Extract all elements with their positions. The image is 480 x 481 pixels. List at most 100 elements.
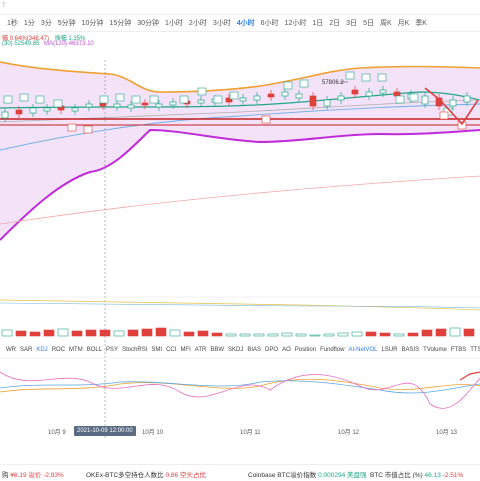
sell-signal-marker: [67, 123, 77, 132]
interval-12[interactable]: 12小时: [282, 18, 310, 28]
interval-10[interactable]: 4小时: [234, 18, 258, 28]
volume-bar: [113, 330, 125, 337]
volume-bar: [295, 333, 307, 337]
price-chart[interactable]: 57806.2: [0, 40, 480, 440]
indicator-tvolume[interactable]: TVolume: [421, 347, 449, 353]
indicator-smi[interactable]: SMI: [149, 347, 164, 353]
interval-1[interactable]: 1分: [21, 18, 38, 28]
cursor-date: 2021-10-09 12:00:00: [74, 426, 136, 436]
volume-bars: [1, 327, 475, 337]
buy-signal-marker: [361, 73, 371, 82]
indicator-kdj[interactable]: KDJ: [34, 347, 49, 353]
interval-14[interactable]: 2日: [326, 18, 343, 28]
indicator-ttsi[interactable]: TTSI: [468, 347, 480, 353]
bottom-item-1[interactable]: 购 ¥6.19 溢价 -2.93%: [2, 469, 64, 479]
volume-bar: [29, 331, 41, 337]
indicator-ao[interactable]: AO: [280, 347, 293, 353]
indicator-psy[interactable]: PSY: [104, 347, 120, 353]
volume-bar: [99, 329, 111, 337]
indicator-boll[interactable]: BOLL: [85, 347, 104, 353]
interval-3[interactable]: 5分钟: [55, 18, 79, 28]
interval-17[interactable]: 周K: [377, 18, 395, 28]
buy-signal-marker: [99, 95, 109, 104]
interval-9[interactable]: 3小时: [210, 18, 234, 28]
interval-0[interactable]: 1秒: [4, 18, 21, 28]
interval-15[interactable]: 3日: [343, 18, 360, 28]
sell-signal-marker: [83, 125, 93, 134]
indicator-atr[interactable]: ATR: [193, 347, 209, 353]
buy-signal-marker: [19, 93, 29, 102]
candle-body: [421, 95, 429, 105]
indicator-bbw[interactable]: BBW: [208, 347, 226, 353]
indicator-roc[interactable]: ROC: [50, 347, 67, 353]
interval-7[interactable]: 1小时: [162, 18, 186, 28]
buy-signal-marker: [197, 87, 207, 96]
volume-bar: [253, 333, 265, 337]
indicator-ai-netvol[interactable]: AI-NetVOL: [346, 347, 379, 353]
bottom-item-4[interactable]: BTC 市值占比 (%) 46.13 -2.51%: [370, 469, 463, 479]
indicator-sar[interactable]: SAR: [18, 347, 34, 353]
indicator-mfi[interactable]: MFI: [178, 347, 192, 353]
indicator-fundflow[interactable]: Fundflow: [318, 347, 346, 353]
candle-body: [127, 104, 135, 109]
volume-bar: [337, 332, 349, 337]
interval-4[interactable]: 10分钟: [79, 18, 107, 28]
indicator-wr[interactable]: WR: [4, 347, 18, 353]
volume-bar: [71, 330, 83, 337]
bottom-item-2[interactable]: OKEx-BTC多空持仓人数比 0.86 空头占优: [86, 469, 206, 479]
indicator-basis[interactable]: BASIS: [399, 347, 421, 353]
indicator-stochrsi[interactable]: StochRSI: [120, 347, 149, 353]
volume-bar: [435, 328, 447, 337]
volume-bar: [281, 332, 293, 337]
indicator-lsur[interactable]: LSUR: [379, 347, 399, 353]
buy-signal-marker: [345, 71, 355, 80]
candle-body: [141, 102, 149, 106]
volume-bar: [43, 329, 55, 337]
bottom-item-3[interactable]: Coinbase BTC溢价指数 0.000294 美盘强: [248, 469, 367, 479]
sell-signal-marker: [261, 115, 271, 124]
buy-signal-marker: [115, 93, 125, 102]
indicator-mtm[interactable]: MTM: [67, 347, 85, 353]
volume-bar: [57, 328, 69, 337]
volume-bar: [421, 329, 433, 337]
candle-body: [365, 91, 373, 97]
volume-bar: [197, 330, 209, 337]
interval-18[interactable]: 月K: [395, 18, 413, 28]
interval-6[interactable]: 30分钟: [134, 18, 162, 28]
candle-body: [463, 95, 471, 103]
volume-bar: [1, 329, 13, 337]
candle-body: [169, 101, 177, 106]
volume-bar: [351, 331, 363, 337]
interval-16[interactable]: 5日: [360, 18, 377, 28]
volume-bar: [141, 328, 153, 337]
indicator-dpo[interactable]: DPO: [263, 347, 280, 353]
volume-bar: [183, 331, 195, 337]
indicator-position[interactable]: Position: [293, 347, 318, 353]
symbol-label: T: [2, 3, 6, 9]
volume-bar: [379, 332, 391, 337]
interval-13[interactable]: 1日: [309, 18, 326, 28]
buy-signal-marker: [229, 91, 239, 100]
interval-8[interactable]: 2小时: [186, 18, 210, 28]
candle-body: [239, 97, 247, 102]
candle-body: [323, 99, 331, 107]
buy-signal-marker: [395, 95, 405, 104]
volume-bar: [15, 330, 27, 337]
interval-11[interactable]: 6小时: [258, 18, 282, 28]
indicator-bias[interactable]: BIAS: [245, 347, 263, 353]
bottom-ticker-bar: 购 ¥6.19 溢价 -2.93% OKEx-BTC多空持仓人数比 0.86 空…: [0, 464, 480, 481]
interval-19[interactable]: 季K: [412, 18, 430, 28]
date-label: 10月 10: [142, 430, 164, 436]
interval-2[interactable]: 3分: [38, 18, 55, 28]
candle-body: [449, 99, 457, 107]
buy-signal-marker: [179, 95, 189, 104]
indicator-cci[interactable]: CCI: [164, 347, 178, 353]
sell-signal-marker: [439, 111, 449, 120]
interval-5[interactable]: 15分钟: [106, 18, 134, 28]
indicator-skdj[interactable]: SKDJ: [226, 347, 245, 353]
indicator-ftbs[interactable]: FTBS: [449, 347, 468, 353]
candle-body: [337, 95, 345, 101]
interval-bar: 1秒 1分 3分 5分钟 10分钟 15分钟 30分钟 1小时 2小时 3小时 4小时 6小时 12小时…: [0, 14, 480, 32]
volume-bar: [267, 333, 279, 337]
candle-body: [309, 95, 317, 107]
